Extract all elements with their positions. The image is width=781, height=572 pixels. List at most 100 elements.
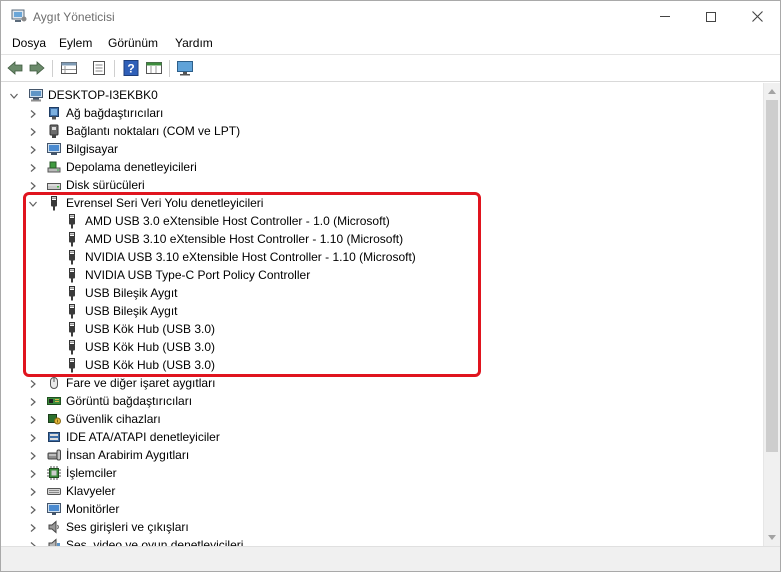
tree-item-label: Ağ bağdaştırıcıları: [66, 106, 164, 120]
ide-controller-icon: [46, 429, 62, 445]
tree-category[interactable]: Monitörler: [1, 500, 761, 518]
close-button[interactable]: [734, 1, 780, 32]
tree-item-label: AMD USB 3.0 eXtensible Host Controller -…: [85, 214, 390, 228]
tree-item-label: İşlemciler: [66, 466, 117, 480]
tree-category[interactable]: Görüntü bağdaştırıcıları: [1, 392, 761, 410]
tree-item-label: USB Bileşik Aygıt: [85, 286, 178, 300]
chevron-right-icon[interactable]: [28, 144, 38, 154]
menu-file[interactable]: Dosya: [12, 36, 46, 50]
chevron-right-icon[interactable]: [28, 504, 38, 514]
storage-controller-icon: [46, 159, 62, 175]
tree-item-label: USB Kök Hub (USB 3.0): [85, 322, 216, 336]
tree-category[interactable]: Güvenlik cihazları: [1, 410, 761, 428]
tree-category[interactable]: Disk sürücüleri: [1, 176, 761, 194]
tree-device[interactable]: NVIDIA USB Type-C Port Policy Controller: [1, 266, 761, 284]
disk-drive-icon: [46, 177, 62, 193]
tree-item-label: Fare ve diğer işaret aygıtları: [66, 376, 216, 390]
keyboard-icon: [46, 483, 62, 499]
vertical-scrollbar[interactable]: [763, 83, 780, 546]
tree-device[interactable]: AMD USB 3.0 eXtensible Host Controller -…: [1, 212, 761, 230]
tree-device[interactable]: USB Bileşik Aygıt: [1, 284, 761, 302]
forward-arrow-icon[interactable]: [28, 60, 46, 76]
usb-icon: [64, 249, 80, 265]
tree-device[interactable]: USB Kök Hub (USB 3.0): [1, 356, 761, 374]
properties-grid-icon[interactable]: [60, 60, 78, 76]
properties-sheet-icon[interactable]: [90, 60, 108, 76]
port-icon: [46, 123, 62, 139]
horizontal-scrollbar[interactable]: [1, 546, 780, 571]
tree-item-label: Ses girişleri ve çıkışları: [66, 520, 189, 534]
tree-item-label: NVIDIA USB 3.10 eXtensible Host Controll…: [85, 250, 416, 264]
tree-category[interactable]: Klavyeler: [1, 482, 761, 500]
chevron-down-icon[interactable]: [9, 90, 19, 100]
tree-category[interactable]: Ses girişleri ve çıkışları: [1, 518, 761, 536]
chevron-right-icon[interactable]: [28, 432, 38, 442]
menu-view[interactable]: Görünüm: [108, 36, 158, 50]
chevron-right-icon[interactable]: [28, 396, 38, 406]
tree-item-label: DESKTOP-I3EKBK0: [48, 88, 158, 102]
tree-category[interactable]: İnsan Arabirim Aygıtları: [1, 446, 761, 464]
tree-category[interactable]: Evrensel Seri Veri Yolu denetleyicileri: [1, 194, 761, 212]
tree-category[interactable]: İşlemciler: [1, 464, 761, 482]
tree-category[interactable]: Ağ bağdaştırıcıları: [1, 104, 761, 122]
security-device-icon: [46, 411, 62, 427]
tree-device[interactable]: NVIDIA USB 3.10 eXtensible Host Controll…: [1, 248, 761, 266]
tree-device[interactable]: USB Kök Hub (USB 3.0): [1, 338, 761, 356]
chevron-right-icon[interactable]: [28, 414, 38, 424]
tree-device[interactable]: AMD USB 3.10 eXtensible Host Controller …: [1, 230, 761, 248]
chevron-down-icon[interactable]: [28, 198, 38, 208]
chevron-right-icon[interactable]: [28, 486, 38, 496]
chevron-right-icon[interactable]: [28, 180, 38, 190]
computer-icon: [46, 141, 62, 157]
view-grid-icon[interactable]: [145, 60, 163, 76]
tree-category[interactable]: Bilgisayar: [1, 140, 761, 158]
device-manager-icon: [11, 9, 27, 22]
scroll-up-icon[interactable]: [768, 89, 776, 94]
minimize-button[interactable]: [642, 1, 688, 32]
tree-category[interactable]: Bağlantı noktaları (COM ve LPT): [1, 122, 761, 140]
monitor-icon[interactable]: [176, 60, 194, 76]
device-tree[interactable]: DESKTOP-I3EKBK0 Ağ bağdaştırıcıları Bağlan…: [1, 83, 763, 546]
chevron-right-icon[interactable]: [28, 522, 38, 532]
tree-item-label: NVIDIA USB Type-C Port Policy Controller: [85, 268, 311, 282]
window-title: Aygıt Yöneticisi: [33, 10, 115, 24]
tree-item-label: Bağlantı noktaları (COM ve LPT): [66, 124, 241, 138]
tree-device[interactable]: USB Bileşik Aygıt: [1, 302, 761, 320]
usb-icon: [64, 213, 80, 229]
chevron-right-icon[interactable]: [28, 162, 38, 172]
menu-action[interactable]: Eylem: [59, 36, 92, 50]
processor-icon: [46, 465, 62, 481]
usb-icon: [64, 339, 80, 355]
tree-category[interactable]: Depolama denetleyicileri: [1, 158, 761, 176]
chevron-right-icon[interactable]: [28, 378, 38, 388]
tree-item-label: USB Kök Hub (USB 3.0): [85, 358, 216, 372]
chevron-right-icon[interactable]: [28, 108, 38, 118]
menu-help[interactable]: Yardım: [175, 36, 213, 50]
maximize-button[interactable]: [688, 1, 734, 32]
tree-item-label: AMD USB 3.10 eXtensible Host Controller …: [85, 232, 404, 246]
scroll-thumb[interactable]: [766, 100, 778, 452]
title-bar[interactable]: Aygıt Yöneticisi: [1, 1, 780, 32]
back-arrow-icon[interactable]: [6, 60, 24, 76]
tree-category[interactable]: Ses, video ve oyun denetleyicileri: [1, 536, 761, 546]
tree-item-label: IDE ATA/ATAPI denetleyiciler: [66, 430, 220, 444]
tree-item-label: Ses, video ve oyun denetleyicileri: [66, 538, 244, 546]
tree-category[interactable]: Fare ve diğer işaret aygıtları: [1, 374, 761, 392]
help-icon[interactable]: ?: [122, 60, 140, 76]
device-manager-window: Aygıt Yöneticisi Dosya Eylem Görünüm Yar…: [0, 0, 781, 572]
chevron-right-icon[interactable]: [28, 468, 38, 478]
chevron-right-icon[interactable]: [28, 450, 38, 460]
usb-icon: [64, 321, 80, 337]
svg-text:?: ?: [127, 62, 134, 76]
usb-icon: [64, 357, 80, 373]
tree-item-label: Klavyeler: [66, 484, 116, 498]
tree-item-label: Evrensel Seri Veri Yolu denetleyicileri: [66, 196, 264, 210]
tree-category[interactable]: IDE ATA/ATAPI denetleyiciler: [1, 428, 761, 446]
maximize-icon: [706, 11, 716, 22]
chevron-right-icon[interactable]: [28, 126, 38, 136]
tree-root[interactable]: DESKTOP-I3EKBK0: [1, 86, 761, 104]
toolbar: ?: [1, 54, 780, 82]
scroll-down-icon[interactable]: [768, 535, 776, 540]
tree-device[interactable]: USB Kök Hub (USB 3.0): [1, 320, 761, 338]
close-icon: [751, 11, 763, 22]
